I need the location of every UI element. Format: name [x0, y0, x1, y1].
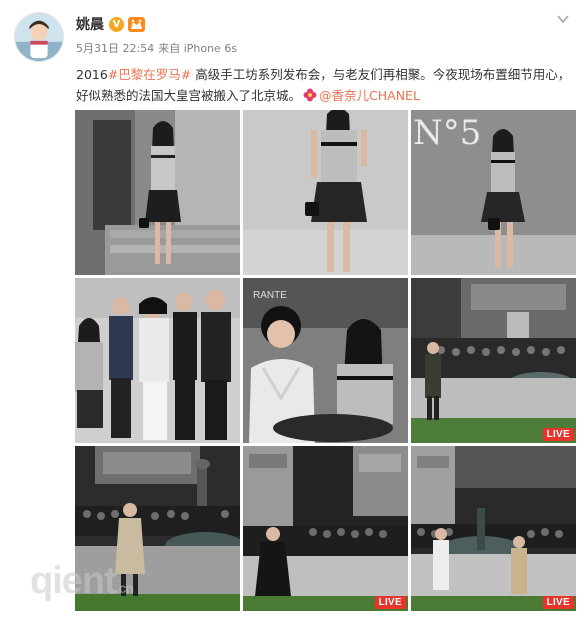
site-watermark: qient.cn: [30, 560, 134, 603]
name-row: 姚晨 V: [76, 14, 145, 34]
watermark-main: qient: [30, 560, 117, 602]
image-thumb[interactable]: LIVE: [243, 446, 408, 611]
chevron-down-icon[interactable]: [556, 12, 570, 26]
image-thumb[interactable]: [75, 278, 240, 443]
topic-link[interactable]: #巴黎在罗马#: [108, 67, 191, 82]
live-badge: LIVE: [542, 428, 574, 441]
level-badge-icon: [128, 16, 145, 32]
image-thumb[interactable]: [75, 110, 240, 275]
image-thumb[interactable]: RANTE: [243, 278, 408, 443]
image-grid: N°5 RANTE LIVE LIVE LIVE: [75, 110, 576, 611]
image-thumb[interactable]: LIVE: [411, 446, 576, 611]
image-sign-text: N°5: [413, 113, 481, 153]
avatar-image: [15, 13, 63, 61]
post-source[interactable]: 来自 iPhone 6s: [158, 40, 237, 56]
watermark-suffix: .cn: [115, 580, 134, 596]
post-timestamp[interactable]: 5月31日 22:54: [76, 40, 154, 56]
avatar[interactable]: [14, 12, 64, 62]
username[interactable]: 姚晨: [76, 14, 104, 34]
image-thumb[interactable]: LIVE: [411, 278, 576, 443]
live-badge: LIVE: [374, 596, 406, 609]
content-prefix: 2016: [76, 67, 108, 82]
post-meta: 5月31日 22:54 来自 iPhone 6s: [76, 40, 237, 56]
verified-v-icon: V: [109, 16, 124, 32]
live-badge: LIVE: [542, 596, 574, 609]
weibo-post: 姚晨 V 5月31日 22:54 来自 iPhone 6s 2016#巴黎在罗马…: [0, 0, 586, 618]
image-sign-2-text: RANTE: [253, 290, 287, 301]
flower-emoji-icon: [303, 88, 317, 102]
mention-link[interactable]: @香奈儿CHANEL: [319, 88, 420, 103]
post-content: 2016#巴黎在罗马# 高级手工坊系列发布会，与老友们再相聚。今夜现场布置细节用…: [76, 64, 576, 106]
image-thumb[interactable]: [243, 110, 408, 275]
image-thumb[interactable]: N°5: [411, 110, 576, 275]
